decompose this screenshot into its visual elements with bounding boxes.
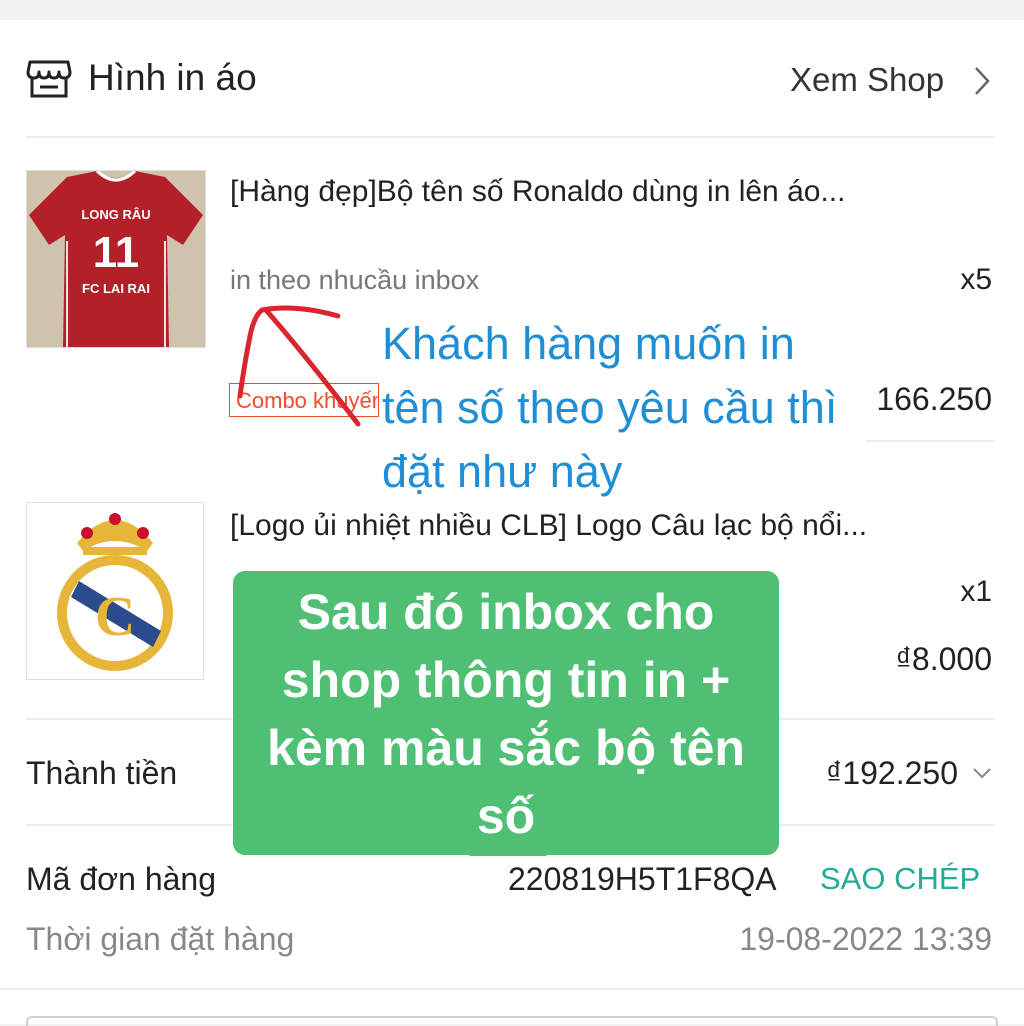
shop-icon [26,58,72,100]
inbox-instruction-text: Sau đó inbox cho shop thông tin in + kèm… [267,584,745,844]
order-time-label: Thời gian đặt hàng [26,921,295,957]
product-thumbnail-club-logo[interactable]: C [26,502,204,680]
red-arrow-annotation [226,296,376,436]
chevron-down-icon[interactable] [970,764,994,782]
jersey-club-text: FC LAI RAI [82,281,150,296]
view-shop-link[interactable]: Xem Shop [790,58,944,102]
svg-text:C: C [95,586,135,648]
jersey-name-text: LONG RÂU [81,207,150,222]
chevron-right-icon[interactable] [972,64,992,98]
order-id-value: 220819H5T1F8QA [508,861,777,897]
divider [0,988,1024,990]
shop-name: Hình in áo [88,57,257,98]
product-price: ₫8.000 [895,641,993,677]
total-label: Thành tiền [26,755,178,791]
bottom-panel-edge [26,1016,998,1026]
product-quantity: x1 [960,575,992,608]
jersey-number-text: 11 [93,228,140,277]
product-variant: in theo nhucầu inbox [230,265,480,295]
divider [26,136,994,138]
order-id-label: Mã đơn hàng [26,861,216,897]
customer-instruction-note: Khách hàng muốn in tên số theo yêu cầu t… [382,318,838,497]
product-title[interactable]: [Logo ủi nhiệt nhiều CLB] Logo Câu lạc b… [230,506,867,546]
product-quantity: x5 [960,263,992,296]
order-time-value: 19-08-2022 13:39 [739,921,992,957]
product-title[interactable]: [Hàng đẹp]Bộ tên số Ronaldo dùng in lên … [230,172,845,212]
copy-order-id-button[interactable]: SAO CHÉP [820,858,980,900]
product-thumbnail-jersey[interactable]: LONG RÂU 11 FC LAI RAI [26,170,206,348]
total-value[interactable]: ₫192.250 [760,752,958,794]
divider [866,440,994,442]
